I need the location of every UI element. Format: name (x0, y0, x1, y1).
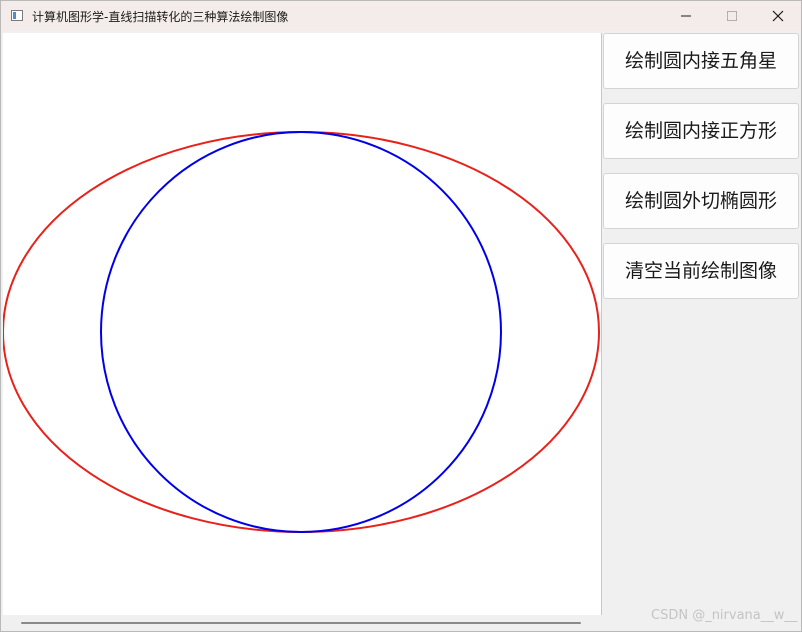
maximize-button[interactable] (709, 1, 755, 31)
title-bar[interactable]: 计算机图形学-直线扫描转化的三种算法绘制图像 (1, 1, 801, 31)
close-button[interactable] (755, 1, 801, 31)
minimize-button[interactable] (663, 1, 709, 31)
draw-inscribed-square-button[interactable]: 绘制圆内接正方形 (603, 103, 799, 159)
circumscribed-ellipse (3, 131, 600, 533)
window-title: 计算机图形学-直线扫描转化的三种算法绘制图像 (32, 10, 289, 24)
drawing-canvas[interactable] (3, 33, 602, 615)
draw-inscribed-star-button[interactable]: 绘制圆内接五角星 (603, 33, 799, 89)
app-window: 计算机图形学-直线扫描转化的三种算法绘制图像 绘制圆内接五角星 绘制圆内接正方形 (0, 0, 802, 632)
clear-canvas-button[interactable]: 清空当前绘制图像 (603, 243, 799, 299)
draw-circumscribed-ellipse-button[interactable]: 绘制圆外切椭圆形 (603, 173, 799, 229)
horizontal-scrollbar[interactable] (3, 615, 601, 631)
watermark-text: CSDN @_nirvana__w__ (651, 608, 798, 623)
action-panel: 绘制圆内接五角星 绘制圆内接正方形 绘制圆外切椭圆形 清空当前绘制图像 (603, 33, 801, 631)
app-window-icon (11, 10, 23, 21)
scrollbar-thumb[interactable] (21, 622, 581, 624)
base-circle (100, 131, 502, 533)
